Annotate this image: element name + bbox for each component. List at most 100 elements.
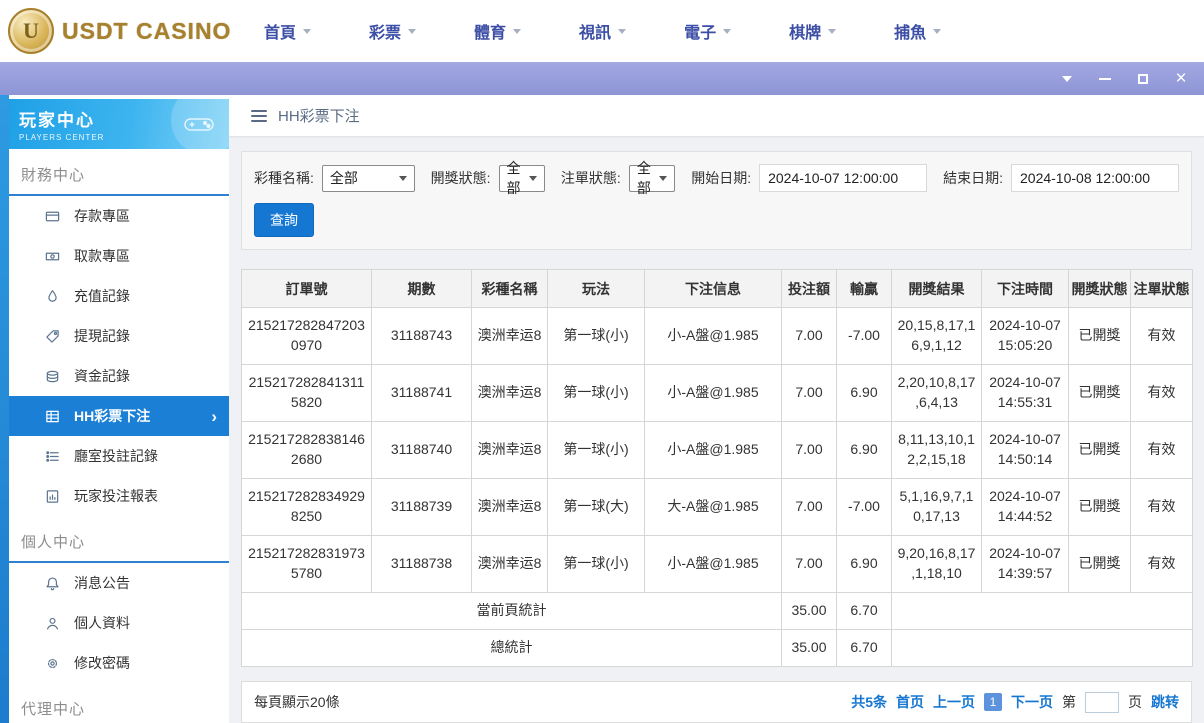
cell-order-status: 有效 — [1130, 478, 1193, 536]
cell-lottery-name: 澳洲幸运8 — [471, 478, 548, 536]
jump-button[interactable]: 跳转 — [1151, 692, 1179, 712]
grand-total-row: 總統計 35.00 6.70 — [241, 629, 1193, 667]
chevron-down-icon — [513, 28, 522, 34]
sidebar-item-label: HH彩票下注 — [74, 408, 151, 424]
chevron-down-icon — [1062, 75, 1072, 82]
column-header-draw-result: 開獎結果 — [891, 269, 982, 308]
page-total-win: 6.70 — [836, 592, 892, 630]
chevron-right-icon: › — [211, 406, 217, 426]
order-status-value: 全部 — [636, 160, 651, 196]
nav-item-sports[interactable]: 體育 — [474, 19, 522, 43]
cell-period: 31188743 — [371, 307, 472, 365]
column-header-play-type: 玩法 — [547, 269, 645, 308]
brand-coin-icon: U — [8, 8, 54, 54]
nav-label: 電子 — [684, 25, 717, 42]
sidebar-item-recharge-records[interactable]: 充值記錄 — [9, 276, 229, 316]
cell-bet-info: 大-A盤@1.985 — [644, 478, 782, 536]
chevron-down-icon — [528, 175, 537, 181]
column-header-win-loss: 輸贏 — [836, 269, 892, 308]
cell-order-no: 2152172828472030970 — [241, 307, 372, 365]
sidebar-item-label: 資金記錄 — [74, 368, 130, 384]
sidebar-item-label: 修改密碼 — [74, 655, 130, 671]
nav-item-lottery[interactable]: 彩票 — [369, 19, 417, 43]
lottery-icon — [45, 408, 61, 424]
cell-period: 31188740 — [371, 421, 472, 479]
sidebar-item-profile[interactable]: 個人資料 — [9, 603, 229, 643]
order-status-select[interactable]: 全部 — [628, 160, 676, 196]
column-header-bet-amount: 投注額 — [781, 269, 837, 308]
nav-item-fishing[interactable]: 捕魚 — [894, 19, 942, 43]
lottery-name-select[interactable]: 全部 — [321, 164, 415, 192]
cell-bet-amount: 7.00 — [781, 478, 837, 536]
grand-total-label: 總統計 — [241, 629, 782, 667]
end-date-input[interactable] — [1011, 164, 1179, 192]
cell-win-loss: 6.90 — [836, 535, 892, 593]
cell-bet-amount: 7.00 — [781, 307, 837, 365]
current-page[interactable]: 1 — [984, 693, 1002, 711]
page-total-empty — [891, 592, 1193, 630]
column-header-period: 期數 — [371, 269, 472, 308]
start-date-label: 開始日期: — [691, 170, 752, 186]
sidebar-item-change-password[interactable]: 修改密碼 — [9, 643, 229, 683]
page-jump-input[interactable] — [1085, 691, 1119, 713]
cell-draw-status: 已開獎 — [1068, 478, 1131, 536]
hamburger-icon[interactable] — [251, 107, 267, 125]
cell-bet-time: 2024-10-07 15:05:20 — [981, 307, 1069, 365]
recharge-icon — [45, 288, 61, 304]
sidebar-item-announcements[interactable]: 消息公告 — [9, 563, 229, 603]
chevron-down-icon — [398, 175, 407, 181]
cell-win-loss: 6.90 — [836, 421, 892, 479]
cell-order-no: 2152172828413115820 — [241, 364, 372, 422]
brand-logo[interactable]: U USDT CASINO — [0, 8, 232, 54]
column-header-bet-time: 下注時間 — [981, 269, 1069, 308]
sidebar-item-withdraw[interactable]: 取款專區 — [9, 236, 229, 276]
sidebar-item-hh-lottery-bets[interactable]: HH彩票下注 › — [9, 396, 229, 436]
first-page-link[interactable]: 首页 — [896, 692, 924, 712]
filter-row: 彩種名稱: 全部 開獎狀態: 全部 注單狀態: 全部 開始日期: 2024-10… — [254, 160, 1179, 196]
start-date-input[interactable] — [759, 164, 928, 192]
nav-item-live[interactable]: 視訊 — [579, 19, 627, 43]
page-total-label: 當前頁統計 — [241, 592, 782, 630]
maximize-icon[interactable] — [1134, 70, 1152, 88]
cell-lottery-name: 澳洲幸运8 — [471, 364, 548, 422]
minimize-icon[interactable] — [1096, 70, 1114, 88]
player-center-title: 玩家中心 — [19, 111, 95, 130]
column-header-bet-info: 下注信息 — [644, 269, 782, 308]
sidebar-item-deposit[interactable]: 存款專區 — [9, 196, 229, 236]
cell-order-status: 有效 — [1130, 364, 1193, 422]
cell-win-loss: -7.00 — [836, 478, 892, 536]
sidebar-item-player-bet-report[interactable]: 玩家投注報表 — [9, 476, 229, 516]
sidebar-item-cashout-records[interactable]: 提現記錄 — [9, 316, 229, 356]
column-header-draw-status: 開獎狀態 — [1068, 269, 1131, 308]
withdraw-icon — [45, 248, 61, 264]
player-center-header: 玩家中心 PLAYERS CENTER — [9, 99, 229, 149]
main-content: HH彩票下注 彩種名稱: 全部 開獎狀態: 全部 注單狀態: 全部 開始日期: … — [229, 95, 1204, 723]
chevron-down-icon — [828, 28, 837, 34]
cell-lottery-name: 澳洲幸运8 — [471, 307, 548, 365]
nav-item-slots[interactable]: 電子 — [684, 19, 732, 43]
sidebar-item-label: 廳室投註記錄 — [74, 448, 158, 464]
draw-status-select[interactable]: 全部 — [498, 160, 545, 196]
nav-item-cards[interactable]: 棋牌 — [789, 19, 837, 43]
cell-lottery-name: 澳洲幸运8 — [471, 535, 548, 593]
sidebar-item-label: 取款專區 — [74, 248, 130, 264]
cell-play-type: 第一球(小) — [547, 364, 645, 422]
cell-bet-time: 2024-10-07 14:44:52 — [981, 478, 1069, 536]
table-row: 2152172828413115820 31188741 澳洲幸运8 第一球(小… — [241, 364, 1193, 422]
sidebar-item-hall-bet-records[interactable]: 廳室投註記錄 — [9, 436, 229, 476]
collapse-chevron-icon[interactable] — [1058, 70, 1076, 88]
sidebar-item-label: 消息公告 — [74, 575, 130, 591]
close-icon[interactable]: × — [1172, 69, 1190, 88]
next-page-link[interactable]: 下一页 — [1011, 692, 1053, 712]
nav-item-home[interactable]: 首頁 — [264, 19, 312, 43]
cell-order-status: 有效 — [1130, 421, 1193, 479]
sidebar: 玩家中心 PLAYERS CENTER 財務中心 存款專區 取款專區 充值記錄 … — [9, 95, 229, 723]
search-button[interactable]: 查詢 — [254, 203, 314, 237]
top-header: U USDT CASINO 首頁 彩票 體育 視訊 電子 棋牌 捕魚 — [0, 0, 1204, 62]
sidebar-item-funds-records[interactable]: 資金記錄 — [9, 356, 229, 396]
filter-panel: 彩種名稱: 全部 開獎狀態: 全部 注單狀態: 全部 開始日期: 2024-10… — [241, 151, 1192, 250]
cell-draw-status: 已開獎 — [1068, 535, 1131, 593]
cell-order-status: 有效 — [1130, 307, 1193, 365]
prev-page-link[interactable]: 上一页 — [933, 692, 975, 712]
page-total-row: 當前頁統計 35.00 6.70 — [241, 592, 1193, 630]
